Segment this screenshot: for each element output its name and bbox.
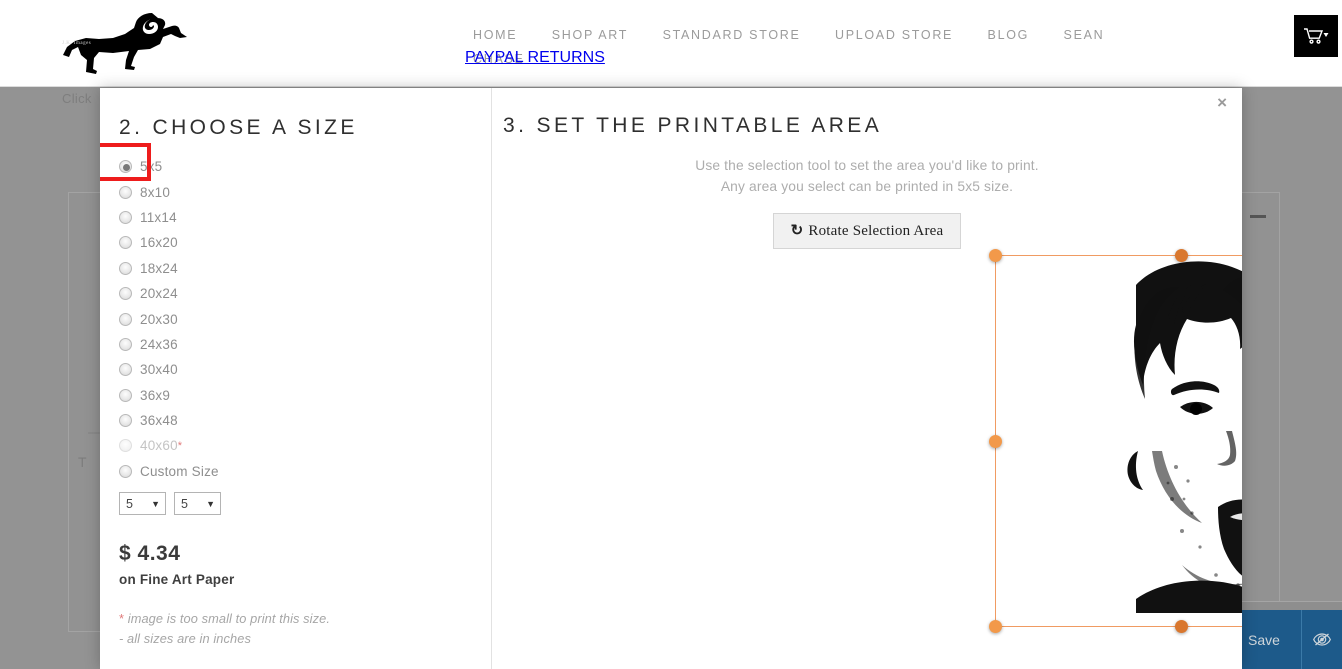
logo-caption: J.K. Images <box>62 41 92 46</box>
radio-icon[interactable] <box>119 185 132 199</box>
crop-handle-bottom-left[interactable] <box>989 620 1002 633</box>
radio-icon[interactable] <box>119 363 132 377</box>
note-too-small: * image is too small to print this size. <box>119 609 491 629</box>
size-options-list: 5x5 8x10 11x14 16x20 18x24 20x24 20x30 2… <box>119 154 491 484</box>
custom-height-value: 5 <box>181 496 188 511</box>
size-option-label: 30x40 <box>140 362 178 378</box>
note-inches: - all sizes are in inches <box>119 631 251 647</box>
size-option-36x48[interactable]: 36x48 <box>119 408 491 433</box>
crop-handle-top-left[interactable] <box>989 249 1002 262</box>
choose-size-panel: 2. CHOOSE A SIZE 5x5 8x10 11x14 16x20 18… <box>100 88 492 669</box>
background-save-toolbar[interactable]: Save <box>1240 610 1342 669</box>
cart-button[interactable] <box>1294 15 1338 57</box>
background-t-text: T <box>78 454 87 470</box>
radio-icon[interactable] <box>119 287 132 301</box>
shopping-cart-icon <box>1304 28 1329 44</box>
size-option-11x14[interactable]: 11x14 <box>119 205 491 230</box>
size-option-20x24[interactable]: 20x24 <box>119 281 491 306</box>
eye-slash-icon[interactable] <box>1302 633 1342 646</box>
choose-size-title: 2. CHOOSE A SIZE <box>119 116 358 139</box>
nav-item-paypal-returns[interactable]: PAYPAL RETURNS <box>465 49 605 66</box>
size-option-label: 20x24 <box>140 286 178 302</box>
note-too-small-text: image is too small to print this size. <box>124 611 330 627</box>
background-save-button[interactable]: Save <box>1240 610 1302 669</box>
radio-icon[interactable] <box>119 160 132 174</box>
size-option-label: 20x30 <box>140 311 178 327</box>
help-line-2: Any area you select can be printed in 5x… <box>720 179 1014 194</box>
custom-height-select[interactable]: 5 ▼ <box>174 492 221 516</box>
price-amount: 4.34 <box>137 542 181 566</box>
size-option-label: 5x5 <box>140 159 163 175</box>
nav-item-standard-store[interactable]: STANDARD STORE <box>655 23 809 47</box>
print-options-modal: × 2. CHOOSE A SIZE 5x5 8x10 11x14 16x20 … <box>100 88 1242 669</box>
rotate-selection-label: Rotate Selection Area <box>808 223 944 239</box>
chevron-down-icon: ▼ <box>151 498 160 509</box>
site-header: J.K. Images HOME SHOP ART STANDARD STORE… <box>0 0 1342 87</box>
size-option-8x10[interactable]: 8x10 <box>119 179 491 204</box>
rotate-selection-button[interactable]: ↻ Rotate Selection Area <box>772 213 962 249</box>
printable-area-help: Use the selection tool to set the area y… <box>492 155 1242 197</box>
chevron-down-icon: ▼ <box>206 498 215 509</box>
radio-icon[interactable] <box>119 236 132 250</box>
background-toolbar-edge <box>1240 601 1342 610</box>
crop-selection-box[interactable] <box>989 249 1242 633</box>
size-option-16x20[interactable]: 16x20 <box>119 230 491 255</box>
too-small-marker: * <box>177 439 183 452</box>
size-option-label: 16x20 <box>140 235 178 251</box>
size-option-5x5[interactable]: 5x5 <box>119 154 491 179</box>
nav-item-shop-art[interactable]: SHOP ART <box>544 23 636 47</box>
radio-icon[interactable] <box>119 439 132 453</box>
price-currency: $ <box>119 542 132 566</box>
printable-area-panel: 3. SET THE PRINTABLE AREA Use the select… <box>492 88 1242 669</box>
size-option-label: 11x14 <box>140 209 177 225</box>
paper-type-label: on Fine Art Paper <box>119 572 235 588</box>
help-line-1: Use the selection tool to set the area y… <box>695 158 1039 173</box>
price-display: $ 4.34 <box>119 542 491 566</box>
size-option-18x24[interactable]: 18x24 <box>119 256 491 281</box>
nav-item-sean[interactable]: SEAN <box>1056 23 1113 47</box>
size-option-label: Custom Size <box>140 463 219 479</box>
size-option-label: 36x9 <box>140 387 171 403</box>
custom-width-select[interactable]: 5 ▼ <box>119 492 166 516</box>
radio-icon[interactable] <box>119 210 132 224</box>
rotate-cw-icon: ↻ <box>790 223 804 239</box>
size-option-24x36[interactable]: 24x36 <box>119 332 491 357</box>
nav-item-home[interactable]: HOME <box>465 23 525 47</box>
custom-size-inputs: 5 ▼ 5 ▼ <box>119 492 491 516</box>
crop-handle-middle-left[interactable] <box>989 435 1002 448</box>
crop-handle-top-center[interactable] <box>1175 249 1188 262</box>
size-option-label: 36x48 <box>140 413 178 429</box>
radio-icon[interactable] <box>119 312 132 326</box>
radio-icon[interactable] <box>119 464 132 478</box>
custom-width-value: 5 <box>126 496 133 511</box>
nav-item-blog[interactable]: BLOG <box>980 23 1038 47</box>
nav-item-upload-store[interactable]: UPLOAD STORE <box>827 23 961 47</box>
size-notes: * image is too small to print this size.… <box>119 609 491 649</box>
size-option-label: 8x10 <box>140 184 171 200</box>
main-navigation-row2: PAYPAL RETURNS <box>465 49 605 67</box>
size-option-label: 18x24 <box>140 260 178 276</box>
crop-handle-bottom-center[interactable] <box>1175 620 1188 633</box>
image-crop-canvas[interactable] <box>986 249 1242 633</box>
size-option-30x40[interactable]: 30x40 <box>119 357 491 382</box>
radio-icon[interactable] <box>119 414 132 428</box>
size-option-36x9[interactable]: 36x9 <box>119 383 491 408</box>
background-minus-icon <box>1250 215 1266 218</box>
printable-area-title: 3. SET THE PRINTABLE AREA <box>503 114 883 137</box>
radio-icon[interactable] <box>119 388 132 402</box>
radio-icon[interactable] <box>119 337 132 351</box>
page-root: Click T Save J.K. Images HOME SHOP ART S… <box>0 0 1342 669</box>
size-option-label: 24x36 <box>140 336 178 352</box>
radio-icon[interactable] <box>119 261 132 275</box>
size-option-custom[interactable]: Custom Size <box>119 459 491 484</box>
size-option-label: 40x60 <box>140 438 178 454</box>
size-option-20x30[interactable]: 20x30 <box>119 306 491 331</box>
background-click-text: Click <box>62 91 92 106</box>
size-option-40x60[interactable]: 40x60 * <box>119 433 491 458</box>
